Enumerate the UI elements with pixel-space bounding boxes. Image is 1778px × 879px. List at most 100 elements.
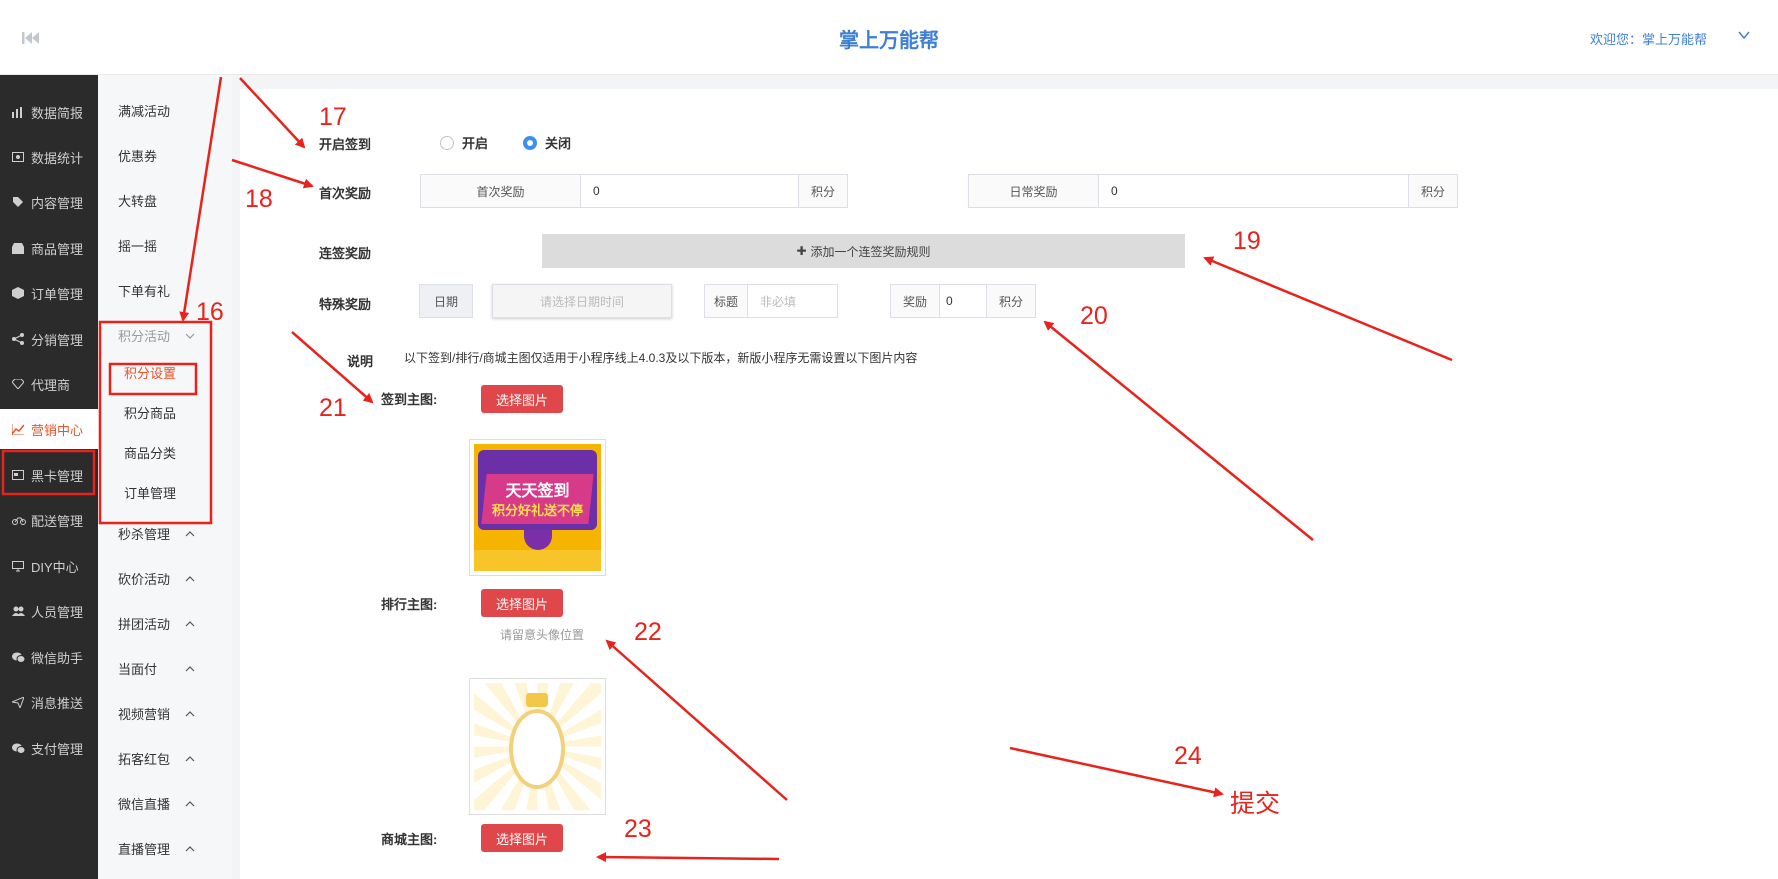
choose-signin-image-button[interactable]: 选择图片: [481, 385, 563, 413]
submenu-item-live-management[interactable]: 直播管理: [98, 830, 232, 866]
reward-input[interactable]: 0: [939, 284, 987, 318]
reward-unit: 积分: [986, 284, 1036, 318]
submenu-item-face-pay[interactable]: 当面付: [98, 650, 232, 686]
submenu-item-label: 砍价活动: [118, 571, 171, 587]
submenu-group-label: 积分活动: [118, 328, 171, 344]
main-content: 开启签到 开启 关闭 首次奖励 首次奖励 0 积分 日常奖励 0 积分 连签奖励…: [232, 75, 1778, 879]
submenu-item[interactable]: 满减活动: [98, 92, 232, 128]
users-icon: [12, 605, 26, 617]
submenu-child-order-management[interactable]: 订单管理: [98, 475, 232, 509]
wechat-icon: [12, 651, 26, 663]
submenu-item-label: 拼团活动: [118, 616, 171, 632]
daily-reward-input[interactable]: 0: [1098, 174, 1409, 208]
submenu-item-video-marketing[interactable]: 视频营销: [98, 695, 232, 731]
annotation-19: 19: [1233, 227, 1261, 255]
sidebar-item-label: 营销中心: [31, 422, 84, 438]
chevron-down-icon[interactable]: [1737, 28, 1751, 45]
reward-addon: 奖励: [890, 284, 940, 318]
submenu-child-points-settings[interactable]: 积分设置: [98, 355, 232, 389]
date-picker-input[interactable]: 请选择日期时间: [492, 284, 672, 318]
rank-banner-image: [474, 683, 601, 810]
submenu-item-wechat-live[interactable]: 微信直播: [98, 785, 232, 821]
sidebar-item-label: 人员管理: [31, 604, 84, 620]
sidebar-item-distribution[interactable]: 分销管理: [0, 319, 98, 359]
submenu-item[interactable]: 优惠券: [98, 137, 232, 173]
choose-mall-image-button[interactable]: 选择图片: [481, 824, 563, 852]
submenu-child-points-products[interactable]: 积分商品: [98, 395, 232, 429]
radio-label: 开启: [462, 136, 489, 151]
submenu-item-seckill[interactable]: 秒杀管理: [98, 515, 232, 551]
chevron-up-icon: [185, 617, 195, 632]
sidebar-item-products[interactable]: 商品管理: [0, 228, 98, 268]
line-chart-icon: [12, 423, 26, 435]
top-header: 掌上万能帮 欢迎您：掌上万能帮: [0, 0, 1778, 75]
sidebar-item-marketing[interactable]: 营销中心: [0, 409, 98, 449]
first-reward-input[interactable]: 0: [580, 174, 799, 208]
annotation-submit: 提交: [1230, 790, 1281, 818]
signin-image-preview[interactable]: 天天签到 积分好礼送不停: [469, 439, 606, 576]
sidebar-item-data-stats[interactable]: 数据统计: [0, 137, 98, 177]
annotation-23: 23: [624, 815, 652, 843]
radio-circle: [440, 135, 454, 150]
choose-rank-image-button[interactable]: 选择图片: [481, 589, 563, 617]
submenu-item[interactable]: 摇一摇: [98, 227, 232, 263]
daily-reward-unit: 积分: [1408, 174, 1458, 208]
signin-banner-image: 天天签到 积分好礼送不停: [474, 444, 601, 571]
chevron-up-icon: [185, 527, 195, 542]
banner-line-1: 天天签到: [505, 483, 570, 500]
radio-signin-off[interactable]: 关闭: [523, 133, 571, 152]
signin-label: 开启签到: [319, 137, 372, 152]
sidebar-item-label: 数据简报: [31, 105, 84, 121]
sidebar-item-data-brief[interactable]: 数据简报: [0, 92, 98, 132]
monitor-icon: [12, 560, 26, 572]
sidebar-item-label: 微信助手: [31, 650, 84, 666]
first-reward-unit: 积分: [798, 174, 848, 208]
annotation-21: 21: [319, 394, 347, 422]
money-icon: [12, 151, 26, 163]
first-reward-label: 首次奖励: [319, 186, 372, 201]
chevron-up-icon: [185, 752, 195, 767]
submenu-item-label: 拓客红包: [118, 751, 171, 767]
sidebar-item-label: 数据统计: [31, 150, 84, 166]
submenu-item-group-buy[interactable]: 拼团活动: [98, 605, 232, 641]
sidebar-item-wechat-helper[interactable]: 微信助手: [0, 637, 98, 677]
chevron-down-icon: [185, 329, 195, 344]
submenu-item-label: 下单有礼: [118, 283, 171, 299]
rank-image-label: 排行主图:: [381, 597, 438, 612]
wechat-pay-icon: [12, 742, 26, 754]
add-streak-rule-label: 添加一个连签奖励规则: [810, 244, 931, 259]
submenu-item-bargain[interactable]: 砍价活动: [98, 560, 232, 596]
submenu-item-red-packet[interactable]: 拓客红包: [98, 740, 232, 776]
sidebar-item-black-card[interactable]: 黑卡管理: [0, 455, 98, 495]
submenu-item[interactable]: 大转盘: [98, 182, 232, 218]
radio-circle-checked: [523, 135, 537, 150]
main-sidebar: 数据简报 数据统计 内容管理 商品管理 订单管理 分销管理 代理商 营销中心 黑…: [0, 75, 98, 879]
title-input[interactable]: 非必填: [747, 284, 838, 318]
submenu-child-label: 订单管理: [124, 485, 177, 501]
sidebar-item-content[interactable]: 内容管理: [0, 182, 98, 222]
sidebar-item-delivery[interactable]: 配送管理: [0, 500, 98, 540]
sidebar-item-staff[interactable]: 人员管理: [0, 591, 98, 631]
sidebar-item-push[interactable]: 消息推送: [0, 682, 98, 722]
sidebar-item-diy[interactable]: DIY中心: [0, 546, 98, 586]
sidebar-item-orders[interactable]: 订单管理: [0, 273, 98, 313]
add-streak-rule-button[interactable]: ✚ 添加一个连签奖励规则: [542, 234, 1185, 268]
sidebar-item-label: 内容管理: [31, 195, 84, 211]
signin-image-label: 签到主图:: [381, 392, 438, 407]
streak-reward-label: 连签奖励: [319, 246, 372, 261]
special-reward-label: 特殊奖励: [319, 297, 372, 312]
sidebar-item-label: 订单管理: [31, 286, 84, 302]
submenu-child-label: 积分商品: [124, 405, 177, 421]
submenu-item-label: 秒杀管理: [118, 526, 171, 542]
annotation-18: 18: [245, 185, 273, 213]
points-settings-form: 开启签到 开启 关闭 首次奖励 首次奖励 0 积分 日常奖励 0 积分 连签奖励…: [240, 89, 1778, 879]
rank-image-preview[interactable]: [469, 678, 606, 815]
chevron-up-icon: [185, 572, 195, 587]
submenu-child-product-categories[interactable]: 商品分类: [98, 435, 232, 469]
sidebar-item-agents[interactable]: 代理商: [0, 364, 98, 404]
motorcycle-icon: [12, 514, 26, 526]
radio-signin-on[interactable]: 开启: [440, 133, 488, 152]
sidebar-item-payment[interactable]: 支付管理: [0, 728, 98, 768]
welcome-user[interactable]: 欢迎您：掌上万能帮: [1590, 29, 1707, 48]
chevron-up-icon: [185, 707, 195, 722]
